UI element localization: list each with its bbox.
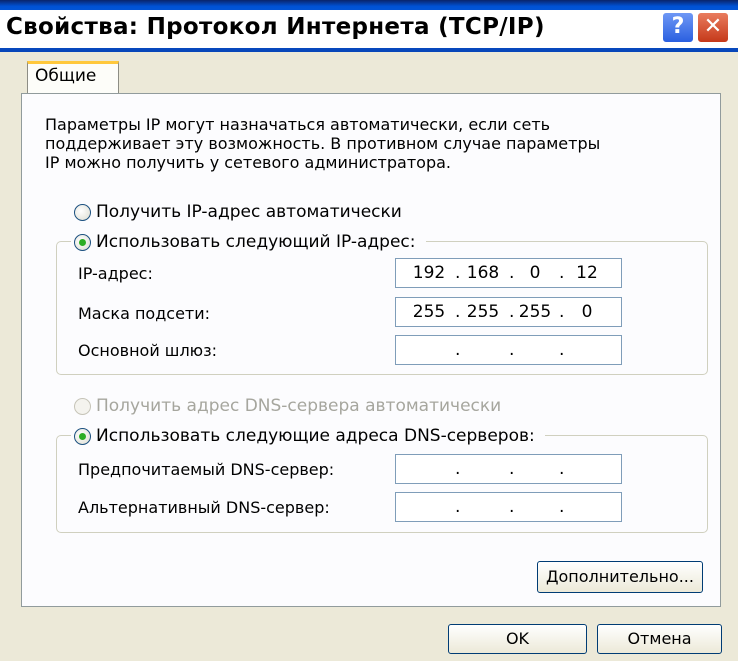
ip-manual-label: Использовать следующий IP-адрес:	[96, 232, 416, 252]
alternate-dns-field[interactable]: . . .	[395, 492, 622, 522]
subnet-mask-octet-2: 255	[466, 302, 500, 322]
subnet-mask-octet-3: 255	[518, 302, 552, 322]
description-line: Параметры IP могут назначаться автоматич…	[45, 115, 551, 134]
octet-dot: .	[509, 459, 515, 479]
ip-manual-radio-option[interactable]: Использовать следующий IP-адрес:	[71, 232, 426, 252]
ip-address-octet-3: 0	[529, 263, 541, 283]
ip-auto-label: Получить IP-адрес автоматически	[96, 202, 402, 222]
subnet-mask-label: Маска подсети:	[78, 304, 211, 323]
subnet-mask-octet-4: 0	[581, 302, 593, 322]
octet-dot: .	[455, 340, 461, 360]
close-icon: ✕	[703, 14, 723, 39]
ip-address-label: IP-адрес:	[78, 264, 153, 283]
dns-manual-radio-option[interactable]: Использовать следующие адреса DNS-сервер…	[71, 426, 545, 446]
octet-dot: .	[559, 340, 565, 360]
default-gateway-field[interactable]: . . .	[395, 335, 622, 365]
tab-general-label: Общие	[35, 66, 97, 86]
ip-auto-radio-option[interactable]: Получить IP-адрес автоматически	[74, 202, 402, 222]
octet-dot: .	[559, 497, 565, 517]
description-line: поддерживает эту возможность. В противно…	[45, 134, 601, 153]
octet-dot: .	[455, 459, 461, 479]
octet-dot: .	[509, 497, 515, 517]
octet-dot: .	[509, 340, 515, 360]
description-line: IP можно получить у сетевого администрат…	[45, 153, 451, 172]
octet-dot: .	[559, 459, 565, 479]
cancel-button[interactable]: Отмена	[597, 624, 722, 654]
subnet-mask-octet-1: 255	[412, 302, 446, 322]
dns-auto-radio[interactable]	[74, 397, 91, 415]
preferred-dns-label: Предпочитаемый DNS-сервер:	[78, 460, 335, 479]
dns-auto-radio-option[interactable]: Получить адрес DNS-сервера автоматически	[74, 396, 501, 416]
help-icon: ?	[671, 14, 685, 39]
subnet-mask-field[interactable]: 255 . 255 . 255 . 0	[395, 297, 622, 327]
dns-manual-label: Использовать следующие адреса DNS-сервер…	[96, 426, 535, 446]
dns-auto-label: Получить адрес DNS-сервера автоматически	[96, 396, 502, 416]
ip-address-octet-2: 168	[466, 263, 500, 283]
tab-general[interactable]: Общие	[27, 61, 119, 95]
alternate-dns-label: Альтернативный DNS-сервер:	[78, 498, 330, 517]
default-gateway-label: Основной шлюз:	[78, 341, 218, 360]
title-bar[interactable]: Свойства: Протокол Интернета (TCP/IP) ? …	[0, 0, 738, 52]
dialog-window: Свойства: Протокол Интернета (TCP/IP) ? …	[0, 0, 738, 661]
advanced-button[interactable]: Дополнительно...	[537, 561, 703, 593]
close-button[interactable]: ✕	[697, 12, 729, 43]
ip-address-octet-4: 12	[576, 263, 598, 283]
ip-manual-radio[interactable]	[74, 233, 91, 251]
ip-address-field[interactable]: 192 . 168 . 0 . 12	[395, 258, 622, 288]
window-title: Свойства: Протокол Интернета (TCP/IP)	[6, 14, 545, 40]
dns-manual-radio[interactable]	[74, 427, 91, 445]
preferred-dns-field[interactable]: . . .	[395, 454, 622, 484]
ip-address-octet-1: 192	[412, 263, 446, 283]
ip-auto-radio[interactable]	[74, 203, 91, 221]
octet-dot: .	[455, 497, 461, 517]
description-text: Параметры IP могут назначаться автоматич…	[45, 115, 675, 172]
help-button[interactable]: ?	[662, 12, 694, 43]
ok-button[interactable]: OK	[448, 624, 587, 654]
